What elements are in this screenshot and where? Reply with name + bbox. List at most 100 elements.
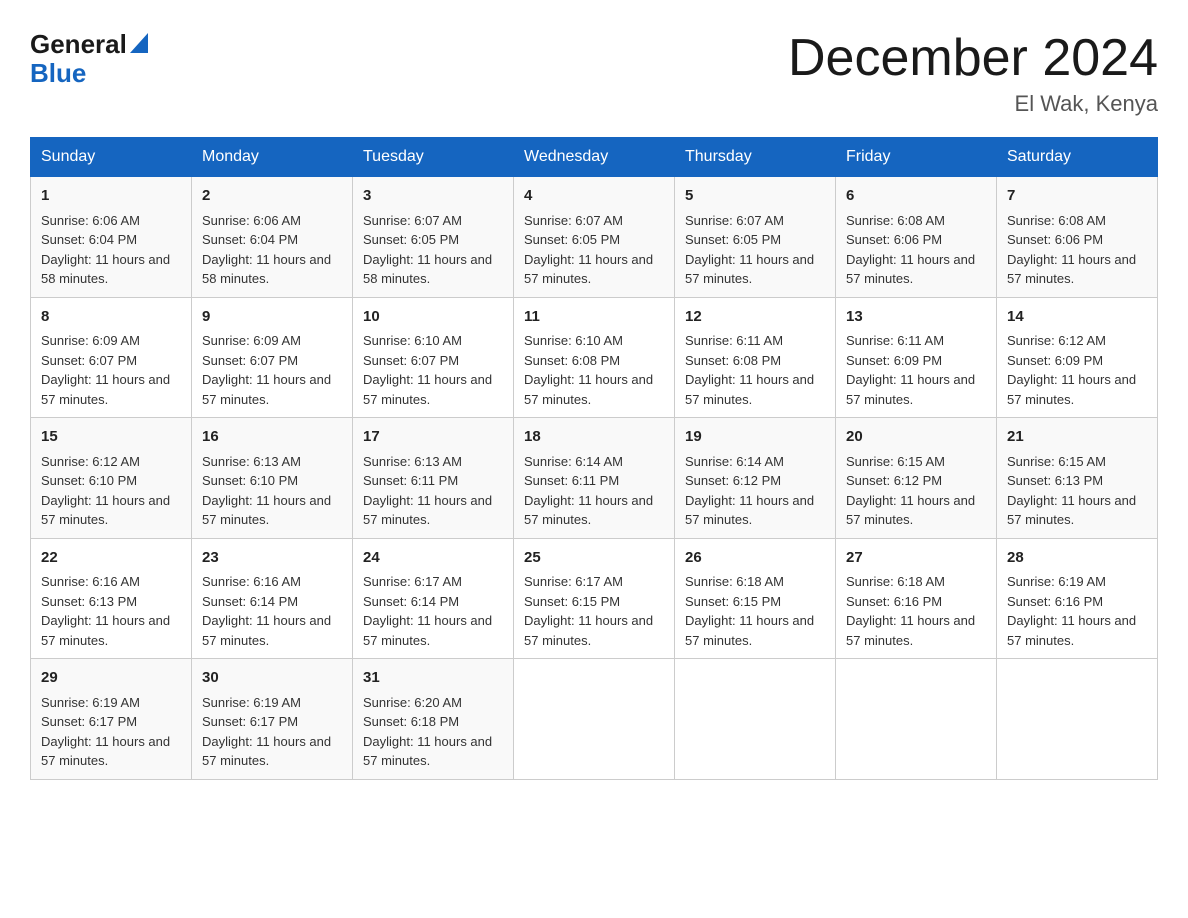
calendar-week-row: 22 Sunrise: 6:16 AMSunset: 6:13 PMDayligh… (31, 538, 1158, 659)
title-area: December 2024 El Wak, Kenya (788, 30, 1158, 117)
day-number: 21 (1007, 426, 1147, 449)
calendar-day-cell: 19Sunrise: 6:14 AMSunset: 6:12 PMDayligh… (675, 418, 836, 539)
calendar-week-row: 8 Sunrise: 6:09 AMSunset: 6:07 PMDaylight… (31, 297, 1158, 418)
logo-blue-text: Blue (30, 58, 86, 88)
calendar-day-cell: 24 Sunrise: 6:17 AMSunset: 6:14 PMDayligh… (353, 538, 514, 659)
day-number: 13 (846, 306, 986, 329)
day-number: 12 (685, 306, 825, 329)
day-number: 20 (846, 426, 986, 449)
calendar-day-cell: 11 Sunrise: 6:10 AMSunset: 6:08 PMDayligh… (514, 297, 675, 418)
calendar-day-cell: 12 Sunrise: 6:11 AMSunset: 6:08 PMDayligh… (675, 297, 836, 418)
calendar-day-cell (997, 659, 1158, 780)
calendar-day-cell: 31Sunrise: 6:20 AMSunset: 6:18 PMDayligh… (353, 659, 514, 780)
day-info: Sunrise: 6:15 AMSunset: 6:13 PMDaylight:… (1007, 454, 1136, 528)
day-info: Sunrise: 6:09 AMSunset: 6:07 PMDaylight:… (202, 333, 331, 407)
day-number: 7 (1007, 185, 1147, 208)
calendar-day-cell: 5 Sunrise: 6:07 AMSunset: 6:05 PMDaylight… (675, 177, 836, 298)
day-number: 16 (202, 426, 342, 449)
day-number: 27 (846, 547, 986, 570)
day-info: Sunrise: 6:06 AMSunset: 6:04 PMDaylight:… (202, 213, 331, 287)
day-number: 26 (685, 547, 825, 570)
calendar-day-cell: 13 Sunrise: 6:11 AMSunset: 6:09 PMDayligh… (836, 297, 997, 418)
day-number: 11 (524, 306, 664, 329)
day-number: 9 (202, 306, 342, 329)
calendar-day-cell: 15Sunrise: 6:12 AMSunset: 6:10 PMDayligh… (31, 418, 192, 539)
location: El Wak, Kenya (788, 91, 1158, 117)
day-number: 14 (1007, 306, 1147, 329)
day-number: 5 (685, 185, 825, 208)
calendar-body: 1 Sunrise: 6:06 AMSunset: 6:04 PMDaylight… (31, 177, 1158, 780)
day-of-week-header: Saturday (997, 138, 1158, 177)
day-number: 25 (524, 547, 664, 570)
day-info: Sunrise: 6:07 AMSunset: 6:05 PMDaylight:… (524, 213, 653, 287)
calendar-day-cell: 26Sunrise: 6:18 AMSunset: 6:15 PMDayligh… (675, 538, 836, 659)
day-info: Sunrise: 6:07 AMSunset: 6:05 PMDaylight:… (685, 213, 814, 287)
day-info: Sunrise: 6:16 AMSunset: 6:13 PMDaylight:… (41, 574, 170, 648)
day-info: Sunrise: 6:11 AMSunset: 6:08 PMDaylight:… (685, 333, 814, 407)
page-header: General Blue December 2024 El Wak, Kenya (30, 30, 1158, 117)
day-info: Sunrise: 6:10 AMSunset: 6:07 PMDaylight:… (363, 333, 492, 407)
day-number: 2 (202, 185, 342, 208)
day-number: 6 (846, 185, 986, 208)
day-of-week-header: Tuesday (353, 138, 514, 177)
day-info: Sunrise: 6:14 AMSunset: 6:12 PMDaylight:… (685, 454, 814, 528)
calendar-day-cell: 17 Sunrise: 6:13 AMSunset: 6:11 PMDayligh… (353, 418, 514, 539)
day-number: 31 (363, 667, 503, 690)
day-info: Sunrise: 6:07 AMSunset: 6:05 PMDaylight:… (363, 213, 492, 287)
day-info: Sunrise: 6:18 AMSunset: 6:16 PMDaylight:… (846, 574, 975, 648)
calendar-day-cell: 22 Sunrise: 6:16 AMSunset: 6:13 PMDayligh… (31, 538, 192, 659)
day-info: Sunrise: 6:14 AMSunset: 6:11 PMDaylight:… (524, 454, 653, 528)
calendar-day-cell: 21 Sunrise: 6:15 AMSunset: 6:13 PMDayligh… (997, 418, 1158, 539)
logo: General Blue (30, 30, 148, 87)
calendar-day-cell: 2 Sunrise: 6:06 AMSunset: 6:04 PMDaylight… (192, 177, 353, 298)
day-number: 22 (41, 547, 181, 570)
calendar-day-cell: 23 Sunrise: 6:16 AMSunset: 6:14 PMDayligh… (192, 538, 353, 659)
day-number: 1 (41, 185, 181, 208)
day-number: 8 (41, 306, 181, 329)
day-of-week-header: Monday (192, 138, 353, 177)
day-info: Sunrise: 6:10 AMSunset: 6:08 PMDaylight:… (524, 333, 653, 407)
day-info: Sunrise: 6:19 AMSunset: 6:17 PMDaylight:… (202, 695, 331, 769)
day-of-week-header: Thursday (675, 138, 836, 177)
day-number: 30 (202, 667, 342, 690)
day-info: Sunrise: 6:17 AMSunset: 6:14 PMDaylight:… (363, 574, 492, 648)
day-number: 15 (41, 426, 181, 449)
day-info: Sunrise: 6:08 AMSunset: 6:06 PMDaylight:… (846, 213, 975, 287)
day-info: Sunrise: 6:11 AMSunset: 6:09 PMDaylight:… (846, 333, 975, 407)
day-info: Sunrise: 6:09 AMSunset: 6:07 PMDaylight:… (41, 333, 170, 407)
calendar-day-cell: 30 Sunrise: 6:19 AMSunset: 6:17 PMDayligh… (192, 659, 353, 780)
calendar-table: SundayMondayTuesdayWednesdayThursdayFrid… (30, 137, 1158, 780)
calendar-day-cell: 8 Sunrise: 6:09 AMSunset: 6:07 PMDaylight… (31, 297, 192, 418)
day-info: Sunrise: 6:19 AMSunset: 6:17 PMDaylight:… (41, 695, 170, 769)
day-info: Sunrise: 6:15 AMSunset: 6:12 PMDaylight:… (846, 454, 975, 528)
day-number: 23 (202, 547, 342, 570)
calendar-week-row: 1 Sunrise: 6:06 AMSunset: 6:04 PMDaylight… (31, 177, 1158, 298)
calendar-day-cell (514, 659, 675, 780)
calendar-week-row: 29Sunrise: 6:19 AMSunset: 6:17 PMDayligh… (31, 659, 1158, 780)
day-number: 10 (363, 306, 503, 329)
logo-general-text: General (30, 30, 127, 59)
day-number: 24 (363, 547, 503, 570)
day-info: Sunrise: 6:08 AMSunset: 6:06 PMDaylight:… (1007, 213, 1136, 287)
calendar-day-cell: 3 Sunrise: 6:07 AMSunset: 6:05 PMDaylight… (353, 177, 514, 298)
day-of-week-header: Sunday (31, 138, 192, 177)
calendar-day-cell: 10 Sunrise: 6:10 AMSunset: 6:07 PMDayligh… (353, 297, 514, 418)
day-number: 4 (524, 185, 664, 208)
day-number: 3 (363, 185, 503, 208)
day-number: 18 (524, 426, 664, 449)
day-info: Sunrise: 6:12 AMSunset: 6:09 PMDaylight:… (1007, 333, 1136, 407)
calendar-day-cell: 14 Sunrise: 6:12 AMSunset: 6:09 PMDayligh… (997, 297, 1158, 418)
calendar-week-row: 15Sunrise: 6:12 AMSunset: 6:10 PMDayligh… (31, 418, 1158, 539)
day-info: Sunrise: 6:13 AMSunset: 6:11 PMDaylight:… (363, 454, 492, 528)
day-number: 28 (1007, 547, 1147, 570)
day-info: Sunrise: 6:17 AMSunset: 6:15 PMDaylight:… (524, 574, 653, 648)
day-of-week-header: Wednesday (514, 138, 675, 177)
calendar-day-cell: 4 Sunrise: 6:07 AMSunset: 6:05 PMDaylight… (514, 177, 675, 298)
day-number: 17 (363, 426, 503, 449)
day-of-week-header: Friday (836, 138, 997, 177)
calendar-day-cell: 20 Sunrise: 6:15 AMSunset: 6:12 PMDayligh… (836, 418, 997, 539)
month-title: December 2024 (788, 30, 1158, 87)
calendar-day-cell: 7 Sunrise: 6:08 AMSunset: 6:06 PMDaylight… (997, 177, 1158, 298)
day-info: Sunrise: 6:16 AMSunset: 6:14 PMDaylight:… (202, 574, 331, 648)
calendar-day-cell: 16Sunrise: 6:13 AMSunset: 6:10 PMDayligh… (192, 418, 353, 539)
